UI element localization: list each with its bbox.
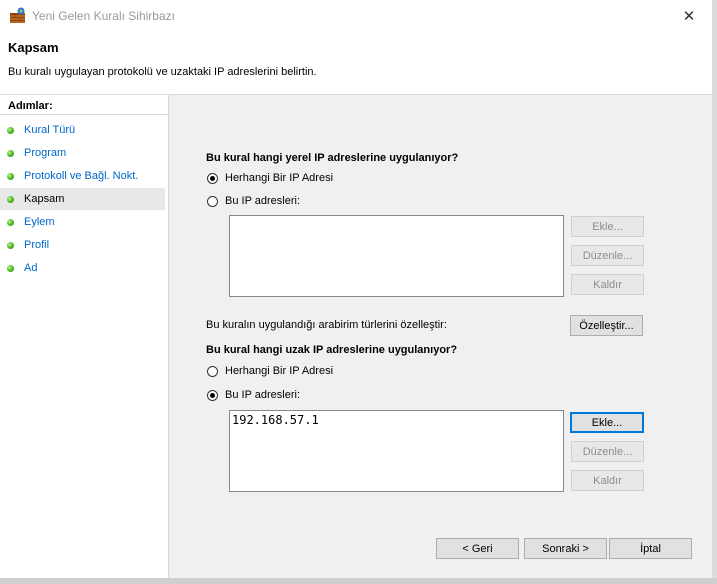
step-kural-turu[interactable]: Kural Türü <box>0 119 165 141</box>
step-status-icon <box>7 218 14 226</box>
wizard-window: Yeni Gelen Kuralı Sihirbazı ✕ Kapsam Bu … <box>0 0 713 579</box>
step-ad[interactable]: Ad <box>0 257 165 279</box>
title-bar[interactable]: Yeni Gelen Kuralı Sihirbazı ✕ <box>0 0 712 31</box>
step-label: Eylem <box>24 216 55 228</box>
local-remove-button[interactable]: Kaldır <box>571 274 644 295</box>
radio-checked-icon <box>207 389 218 401</box>
remote-these-ip-radio[interactable]: Bu IP adresleri: <box>207 389 300 401</box>
window-title: Yeni Gelen Kuralı Sihirbazı <box>32 9 175 23</box>
local-edit-button[interactable]: Düzenle... <box>571 245 644 266</box>
steps-sidebar: Adımlar: Kural Türü Program Protokoll ve… <box>0 95 169 578</box>
radio-unchecked-icon <box>207 195 218 207</box>
step-eylem[interactable]: Eylem <box>0 211 165 233</box>
step-status-icon <box>7 195 14 203</box>
steps-divider <box>0 114 168 115</box>
remote-ip-list[interactable]: 192.168.57.1 <box>229 410 564 492</box>
step-label: Kural Türü <box>24 124 76 136</box>
remote-these-ip-label: Bu IP adresleri: <box>225 389 301 401</box>
step-status-icon <box>7 264 14 272</box>
local-these-ip-label: Bu IP adresleri: <box>225 195 301 207</box>
step-label: Kapsam <box>24 193 65 205</box>
local-any-ip-label: Herhangi Bir IP Adresi <box>225 172 334 184</box>
firewall-app-icon <box>10 7 25 23</box>
page-description: Bu kuralı uygulayan protokolü ve uzaktak… <box>8 66 317 78</box>
background-window-edge <box>712 0 717 584</box>
step-label: Protokoll ve Bağl. Nokt. <box>24 170 139 182</box>
close-button[interactable]: ✕ <box>666 0 712 31</box>
step-status-icon <box>7 126 14 134</box>
local-these-ip-radio[interactable]: Bu IP adresleri: <box>207 195 300 207</box>
local-ip-list[interactable] <box>229 215 564 297</box>
back-button[interactable]: < Geri <box>436 538 519 559</box>
next-button[interactable]: Sonraki > <box>524 538 607 559</box>
step-kapsam[interactable]: Kapsam <box>0 188 165 210</box>
step-status-icon <box>7 149 14 157</box>
local-add-button[interactable]: Ekle... <box>571 216 644 237</box>
step-label: Profil <box>24 239 50 251</box>
step-program[interactable]: Program <box>0 142 165 164</box>
remote-any-ip-label: Herhangi Bir IP Adresi <box>225 365 334 377</box>
page-title: Kapsam <box>8 40 59 55</box>
step-status-icon <box>7 172 14 180</box>
steps-heading: Adımlar: <box>8 100 53 112</box>
step-label: Program <box>24 147 67 159</box>
radio-unchecked-icon <box>207 365 218 377</box>
remote-ip-question: Bu kural hangi uzak IP adreslerine uygul… <box>206 344 458 356</box>
content-panel: Bu kural hangi yerel IP adreslerine uygu… <box>169 95 712 578</box>
local-ip-question: Bu kural hangi yerel IP adreslerine uygu… <box>206 152 459 164</box>
remote-ip-list-item[interactable]: 192.168.57.1 <box>232 413 561 427</box>
interface-types-text: Bu kuralın uygulandığı arabirim türlerin… <box>206 319 447 331</box>
remote-add-button[interactable]: Ekle... <box>570 412 644 433</box>
remote-any-ip-radio[interactable]: Herhangi Bir IP Adresi <box>207 365 333 377</box>
page-header: Kapsam Bu kuralı uygulayan protokolü ve … <box>0 31 712 95</box>
close-icon: ✕ <box>682 7 696 25</box>
remote-remove-button[interactable]: Kaldır <box>571 470 644 491</box>
background-taskbar-edge <box>0 578 717 584</box>
local-any-ip-radio[interactable]: Herhangi Bir IP Adresi <box>207 172 333 184</box>
remote-edit-button[interactable]: Düzenle... <box>571 441 644 462</box>
step-status-icon <box>7 241 14 249</box>
step-protokol[interactable]: Protokoll ve Bağl. Nokt. <box>0 165 165 187</box>
radio-checked-icon <box>207 172 218 184</box>
customize-button[interactable]: Özelleştir... <box>570 315 643 336</box>
cancel-button[interactable]: İptal <box>609 538 692 559</box>
step-label: Ad <box>24 262 38 274</box>
step-profil[interactable]: Profil <box>0 234 165 256</box>
